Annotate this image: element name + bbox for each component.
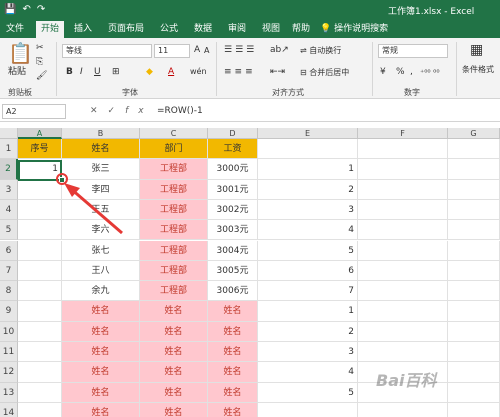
arrow-shaft	[69, 186, 123, 235]
watermark: Bai百科	[376, 371, 437, 390]
annotation-arrow	[64, 183, 123, 235]
